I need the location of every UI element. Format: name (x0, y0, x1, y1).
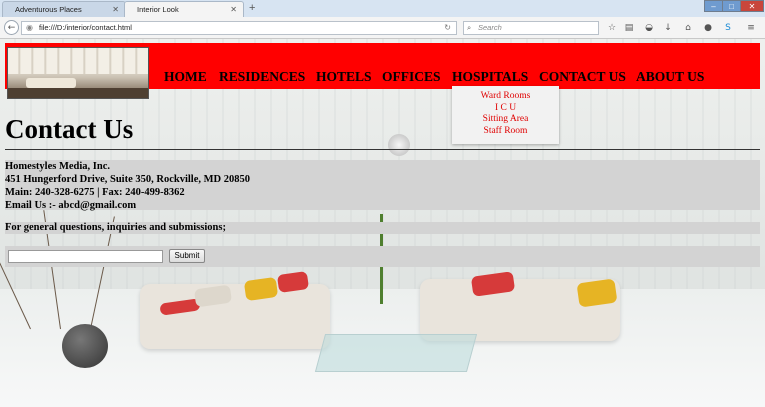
submit-button[interactable]: Submit (169, 249, 205, 263)
bookmark-star-icon[interactable]: ☆ (606, 22, 618, 34)
page-title: Contact Us (5, 114, 134, 144)
title-divider (5, 149, 760, 150)
contact-info-box: Homestyles Media, Inc. 451 Hungerford Dr… (5, 160, 760, 211)
dropdown-item-staff-room[interactable]: Staff Room (452, 126, 559, 138)
decorative-sofa-left (140, 284, 330, 349)
general-questions-banner: For general questions, inquiries and sub… (5, 222, 760, 234)
close-icon[interactable]: ✕ (230, 2, 237, 18)
chat-icon[interactable]: ● (702, 22, 714, 34)
browser-tab-strip: Adventurous Places ✕ Interior Look ✕ + –… (0, 0, 765, 17)
company-phone: Main: 240-328-6275 | Fax: 240-499-8362 (5, 187, 185, 198)
page-viewport: HOME RESIDENCES HOTELS OFFICES HOSPITALS… (0, 39, 765, 407)
skype-icon[interactable]: S (722, 22, 734, 34)
browser-navbar: ← ◉ file:///D:/interior/contact.html ↻ ⌕… (0, 17, 765, 39)
contact-form: Submit (5, 246, 760, 267)
company-email: Email Us :- abcd@gmail.com (5, 200, 137, 211)
url-text: file:///D:/interior/contact.html (39, 23, 132, 32)
pocket-icon[interactable]: ◒ (643, 22, 655, 34)
nav-home[interactable]: HOME (164, 69, 207, 85)
dropdown-item-ward-rooms[interactable]: Ward Rooms (452, 91, 559, 103)
company-name: Homestyles Media, Inc. (5, 161, 110, 172)
search-input[interactable]: ⌕ Search (463, 21, 599, 35)
globe-icon: ◉ (26, 23, 33, 32)
minimize-icon[interactable]: – (704, 0, 723, 12)
search-icon: ⌕ (467, 23, 472, 32)
reload-icon[interactable]: ↻ (444, 22, 451, 34)
maximize-icon[interactable]: □ (722, 0, 741, 12)
message-input[interactable] (8, 250, 163, 263)
tab-interior-look[interactable]: Interior Look ✕ (124, 1, 244, 17)
nav-offices[interactable]: OFFICES (382, 69, 441, 85)
dropdown-item-icu[interactable]: I C U (452, 103, 559, 115)
nav-contact-us[interactable]: CONTACT US (539, 69, 626, 85)
nav-hotels[interactable]: HOTELS (316, 69, 372, 85)
close-icon[interactable]: ✕ (112, 2, 119, 18)
home-icon[interactable]: ⌂ (682, 22, 694, 34)
nav-residences[interactable]: RESIDENCES (219, 69, 305, 85)
window-close-icon[interactable]: ✕ (740, 0, 764, 12)
menu-icon[interactable]: ≡ (745, 22, 757, 34)
reading-list-icon[interactable]: ▤ (623, 22, 635, 34)
decorative-glass-table (314, 334, 478, 372)
dropdown-item-sitting-area[interactable]: Sitting Area (452, 114, 559, 126)
search-placeholder: Search (478, 23, 502, 32)
nav-hospitals[interactable]: HOSPITALS (452, 69, 528, 85)
tab-label: Interior Look (137, 5, 179, 14)
tab-label: Adventurous Places (15, 5, 82, 14)
nav-about-us[interactable]: ABOUT US (636, 69, 704, 85)
new-tab-icon[interactable]: + (249, 2, 255, 14)
url-bar[interactable]: ◉ file:///D:/interior/contact.html ↻ (21, 21, 457, 35)
site-logo[interactable] (7, 47, 149, 99)
tab-adventurous-places[interactable]: Adventurous Places ✕ (2, 1, 126, 17)
back-arrow-icon[interactable]: ← (4, 20, 19, 35)
decorative-pendant-lamp (388, 134, 410, 156)
download-icon[interactable]: ↓ (662, 22, 674, 34)
decorative-vase (62, 324, 108, 368)
general-questions-text: For general questions, inquiries and sub… (5, 222, 226, 233)
company-address: 451 Hungerford Drive, Suite 350, Rockvil… (5, 174, 250, 185)
hospitals-dropdown-menu: Ward Rooms I C U Sitting Area Staff Room (452, 86, 559, 144)
